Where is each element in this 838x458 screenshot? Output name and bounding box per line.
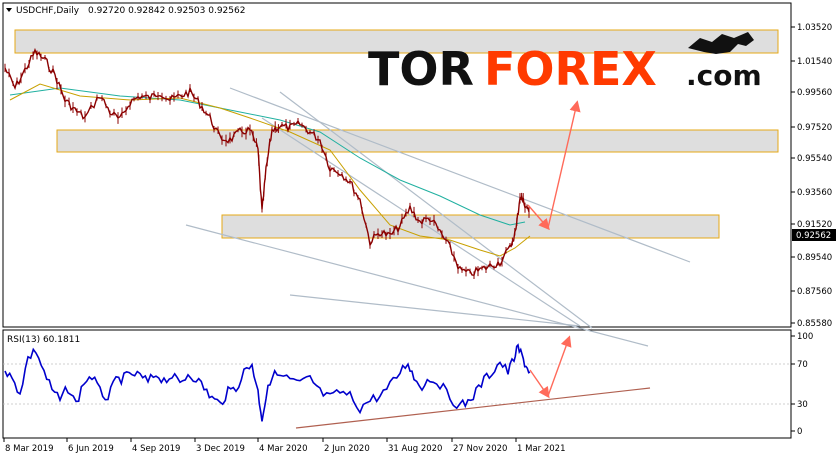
price-tick-label: 0.93560 [797,188,832,198]
rsi-tick-label: 70 [797,360,808,370]
rsi-axis: 100 70 30 0 [791,332,813,437]
price-tick-label: 0.95540 [797,154,832,164]
date-label: 2 Jun 2020 [324,444,370,454]
rsi-label: RSI(13) 60.1811 [7,335,80,345]
date-axis: 8 Mar 2019 6 Jun 2019 4 Sep 2019 3 Dec 2019… [3,438,565,454]
date-label: 31 Aug 2020 [388,444,442,454]
rsi-tick-label: 30 [797,400,808,410]
price-tick-label: 0.99560 [797,88,832,98]
date-label: 3 Dec 2019 [196,444,245,454]
price-tick-label: 0.89540 [797,253,832,263]
rsi-tick-label: 100 [797,332,813,342]
support-zone [221,214,720,239]
symbol-header: USDCHF,Daily 0.92720 0.92842 0.92503 0.9… [6,6,245,16]
price-tick-label: 0.85580 [797,319,832,329]
price-tick-label: 1.03520 [797,23,832,33]
rsi-tick-label: 0 [797,427,802,437]
logo-part-tor: TOR [368,42,474,96]
symbol-name: USDCHF,Daily [16,6,80,16]
logo-part-com: .com [686,59,762,92]
date-label: 6 Jun 2019 [68,444,114,454]
price-axis: 1.03520 1.01540 0.99560 0.97520 0.95540 0.935… [791,23,832,329]
ohlc-values: 0.92720 0.92842 0.92503 0.92562 [88,6,245,16]
price-tick-label: 0.87560 [797,287,832,297]
chart-canvas: USDCHF,Daily 0.92720 0.92842 0.92503 0.9… [2,2,836,454]
price-tick-label: 0.97520 [797,123,832,133]
date-label: 8 Mar 2019 [5,444,53,454]
date-label: 4 Sep 2019 [132,444,180,454]
price-tick-label: 0.91520 [797,220,832,230]
resistance-zone-mid [56,129,779,153]
date-label: 27 Nov 2020 [453,444,507,454]
date-label: 1 Mar 2021 [517,444,565,454]
price-tick-label: 1.01540 [797,57,832,67]
date-label: 4 Mar 2020 [259,444,307,454]
brand-logo: TOR FOREX .com [368,32,762,96]
current-price-label: 0.92562 [796,231,831,241]
logo-part-forex: FOREX [484,42,657,96]
